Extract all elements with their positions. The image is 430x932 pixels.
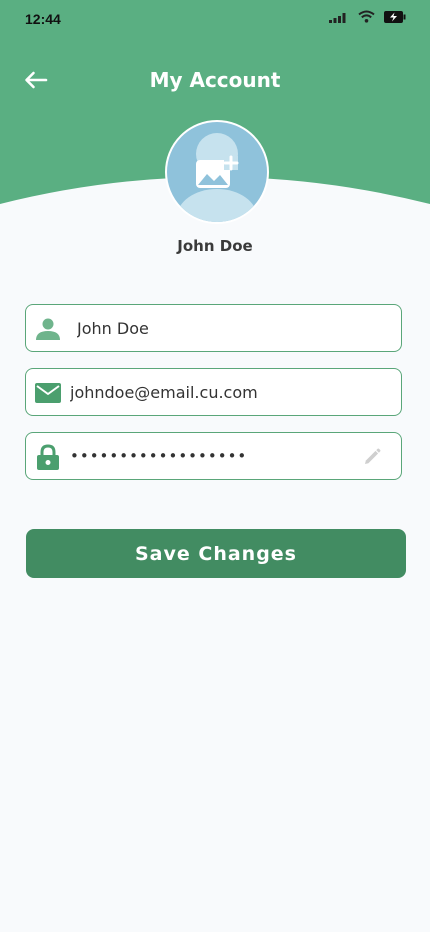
password-input[interactable] [70,443,370,469]
status-time: 12:44 [25,11,61,27]
status-icons [329,10,406,23]
name-field[interactable] [25,304,402,352]
status-bar: 12:44 [0,0,430,40]
wifi-icon [358,10,375,23]
edit-password-button[interactable] [361,447,383,467]
person-icon [34,315,62,343]
add-photo-icon [177,133,257,222]
password-field[interactable] [25,432,402,480]
battery-charging-icon [384,10,406,23]
pencil-icon [365,448,381,464]
signal-icon [329,12,346,23]
name-input[interactable] [77,315,377,341]
page-title: My Account [149,68,281,92]
profile-name: John Doe [177,237,253,255]
save-changes-button[interactable]: Save Changes [26,529,406,578]
avatar[interactable] [165,120,269,224]
email-field[interactable] [25,368,402,416]
mail-icon [34,379,62,407]
lock-icon [34,443,62,471]
email-input[interactable] [70,379,370,405]
